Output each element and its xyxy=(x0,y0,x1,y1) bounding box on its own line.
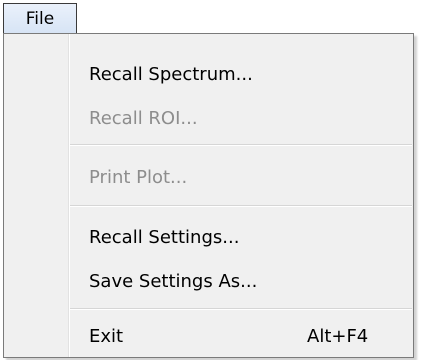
file-menu-button[interactable]: File xyxy=(3,3,77,33)
menu-separator xyxy=(70,144,412,146)
menu-item-label: Print Plot... xyxy=(89,166,188,188)
menu-item-save-settings-as[interactable]: Save Settings As... xyxy=(7,259,410,303)
menu-item-recall-settings[interactable]: Recall Settings... xyxy=(7,215,410,259)
menu-separator xyxy=(70,308,412,310)
menu-item-label: Recall Spectrum... xyxy=(89,63,253,85)
menu-item-shortcut: Alt+F4 xyxy=(307,325,369,347)
menu-item-label: Exit xyxy=(89,325,124,347)
menu-item-recall-roi[interactable]: Recall ROI... xyxy=(7,96,410,140)
menu-item-label: Save Settings As... xyxy=(89,270,258,292)
file-menu-dropdown: Recall Spectrum... Recall ROI... Print P… xyxy=(3,33,414,358)
menu-item-label: Recall ROI... xyxy=(89,107,198,129)
menu-item-print-plot[interactable]: Print Plot... xyxy=(7,155,410,199)
menu-item-label: Recall Settings... xyxy=(89,226,240,248)
menu-separator xyxy=(70,205,412,207)
menu-item-exit[interactable]: Exit Alt+F4 xyxy=(7,314,410,358)
menu-item-recall-spectrum[interactable]: Recall Spectrum... xyxy=(7,52,410,96)
